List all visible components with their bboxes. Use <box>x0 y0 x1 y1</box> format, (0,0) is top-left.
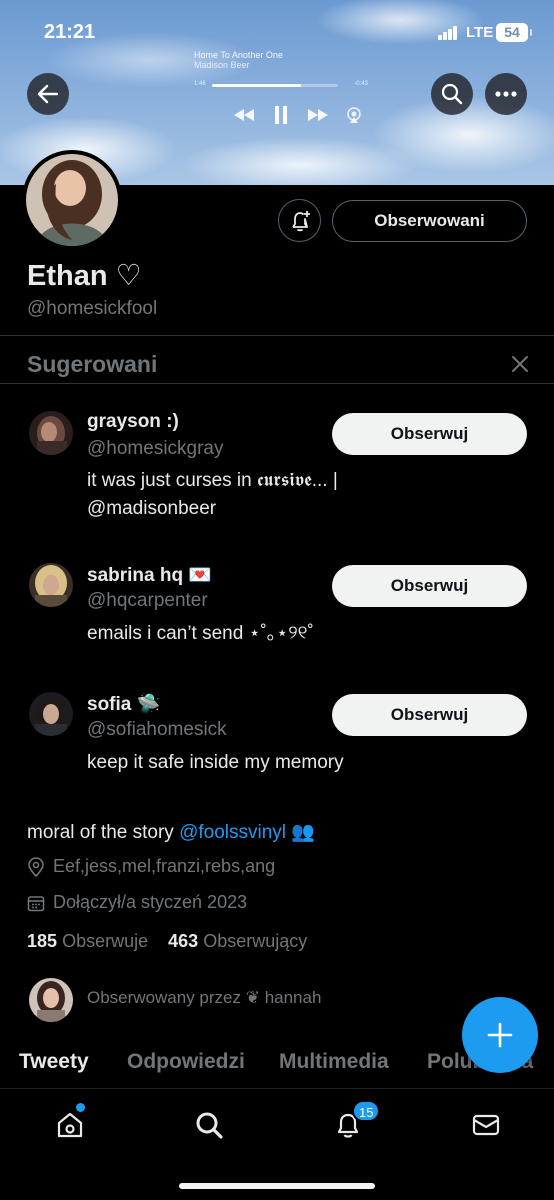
search-icon <box>196 1112 223 1139</box>
bell-plus-icon <box>291 210 310 231</box>
tab-tweets[interactable]: Tweety <box>19 1050 89 1074</box>
divider <box>0 383 554 384</box>
suggestion-name[interactable]: sabrina hq 💌 <box>87 563 212 587</box>
now-playing-progress <box>212 84 338 87</box>
profile-location: Eef,jess,mel,franzi,rebs,ang <box>27 856 275 877</box>
bio-emoji: 👥 <box>291 822 315 843</box>
join-date-text: Dołączył/a styczeń 2023 <box>53 892 248 912</box>
suggestion-name[interactable]: grayson :) <box>87 411 179 433</box>
suggestion-handle: @hqcarpenter <box>87 590 208 611</box>
home-indicator <box>179 1183 375 1189</box>
back-arrow-icon <box>37 84 59 104</box>
followed-by-text[interactable]: Obserwowany przez ❦ hannah <box>87 988 321 1008</box>
suggestion-bio-line: it was just curses in 𝖈𝖚𝖗𝖘𝖎𝖛𝖊... | <box>87 470 338 491</box>
more-icon <box>495 91 517 97</box>
now-playing-title: Home To Another One <box>194 50 283 60</box>
bio-mention-link[interactable]: @foolssvinyl <box>179 822 286 843</box>
following-link[interactable]: 185 Obserwuje <box>27 931 148 951</box>
notification-subscribe-button[interactable] <box>278 199 321 242</box>
follow-button[interactable]: Obserwuj <box>332 565 527 607</box>
bio-text: moral of the story <box>27 822 180 843</box>
location-icon <box>28 856 44 877</box>
following-label: Obserwuje <box>62 931 149 951</box>
nav-search[interactable] <box>189 1107 229 1143</box>
suggestion-bio-line: emails i can’t send ⋆˚｡⋆୨୧˚ <box>87 623 314 644</box>
suggestion-avatar[interactable] <box>29 563 73 607</box>
airplay-icon <box>347 107 361 123</box>
followed-by-avatar <box>29 978 73 1022</box>
profile-display-name: Ethan ♡ <box>27 260 142 292</box>
now-playing-elapsed: 1:46 <box>194 81 206 87</box>
follow-counts: 185 Obserwuje 463 Obserwujący <box>27 931 307 952</box>
calendar-icon <box>27 895 45 911</box>
nav-home[interactable] <box>50 1107 90 1143</box>
suggestions-title: Sugerowani <box>27 351 158 377</box>
follow-button[interactable]: Obserwuj <box>332 694 527 736</box>
suggestion-avatar[interactable] <box>29 692 73 736</box>
now-playing-widget: Home To Another One Madison Beer 1:46 -0… <box>194 50 374 130</box>
nav-messages[interactable] <box>466 1107 506 1143</box>
home-icon <box>57 1112 83 1138</box>
location-text: Eef,jess,mel,franzi,rebs,ang <box>53 856 276 876</box>
followers-label: Obserwujący <box>203 931 308 951</box>
followers-count: 463 <box>168 931 199 951</box>
suggestion-bio-line: @madisonbeer <box>87 498 217 519</box>
forward-icon <box>308 109 328 121</box>
avatar-image <box>26 154 118 246</box>
status-time: 21:21 <box>44 21 96 43</box>
suggestion-bio-line: keep it safe inside my memory <box>87 752 344 773</box>
network-label: LTE <box>466 24 494 41</box>
suggestion-name[interactable]: sofia 🛸 <box>87 692 160 716</box>
profile-join-date: Dołączył/a styczeń 2023 <box>27 892 247 913</box>
following-status-button[interactable]: Obserwowani <box>332 200 527 242</box>
rewind-icon <box>234 109 254 121</box>
now-playing-artist: Madison Beer <box>194 60 250 70</box>
close-icon[interactable] <box>511 355 529 373</box>
home-unread-dot <box>76 1103 85 1112</box>
compose-tweet-button[interactable] <box>462 997 538 1073</box>
tab-replies[interactable]: Odpowiedzi <box>127 1050 245 1074</box>
tab-media[interactable]: Multimedia <box>279 1050 389 1074</box>
followers-link[interactable]: 463 Obserwujący <box>168 931 307 951</box>
battery-indicator: 54 <box>496 23 532 42</box>
pause-icon <box>275 106 287 124</box>
plus-icon <box>487 1022 513 1048</box>
search-button[interactable] <box>431 73 473 115</box>
now-playing-remaining: -0:43 <box>354 81 368 87</box>
notifications-badge: 15 <box>352 1100 381 1122</box>
profile-bio: moral of the story @foolssvinyl 👥 <box>27 820 315 844</box>
suggestion-handle: @sofiahomesick <box>87 719 227 740</box>
divider <box>0 335 554 336</box>
back-button[interactable] <box>27 73 69 115</box>
profile-avatar[interactable] <box>22 150 122 250</box>
follow-button[interactable]: Obserwuj <box>332 413 527 455</box>
suggestion-handle: @homesickgray <box>87 438 224 459</box>
signal-icon <box>438 26 458 40</box>
suggestion-avatar[interactable] <box>29 411 73 455</box>
profile-handle: @homesickfool <box>27 298 158 319</box>
more-options-button[interactable] <box>485 73 527 115</box>
mail-icon <box>472 1114 500 1136</box>
now-playing-progress-fill <box>212 84 302 87</box>
following-count: 185 <box>27 931 58 951</box>
search-icon <box>441 83 463 105</box>
